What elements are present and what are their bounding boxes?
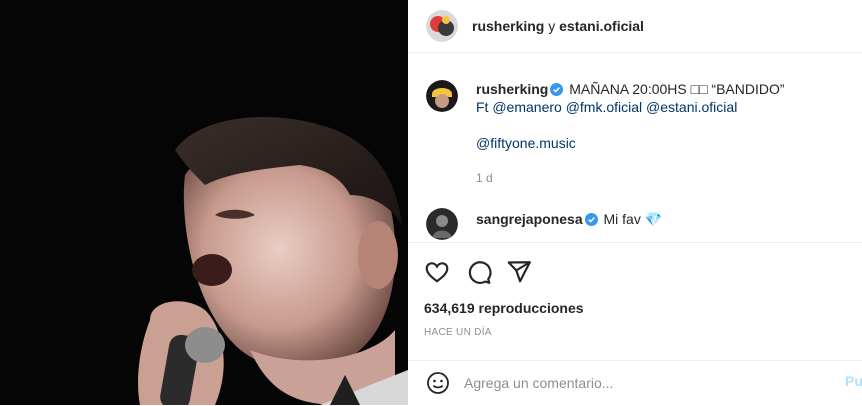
verified-badge-icon bbox=[550, 83, 564, 96]
caption-avatar[interactable] bbox=[426, 80, 458, 112]
post-authors: rusherking y estani.oficial bbox=[472, 18, 644, 34]
comment-item: sangrejaponesa Mi fav 💎 bbox=[408, 208, 862, 240]
like-heart-icon[interactable] bbox=[424, 259, 450, 285]
comment-text: Mi fav 💎 bbox=[599, 211, 663, 227]
mention-link[interactable]: @emanero bbox=[492, 99, 561, 115]
mention-link[interactable]: @fiftyone.music bbox=[476, 135, 576, 151]
view-count[interactable]: 634,619 reproducciones bbox=[424, 300, 584, 316]
caption-body: rusherking MAÑANA 20:00HS □□ “BANDIDO” F… bbox=[476, 80, 846, 152]
commenter-avatar[interactable] bbox=[426, 208, 458, 240]
comment-username[interactable]: sangrejaponesa bbox=[476, 211, 583, 227]
comment-input[interactable] bbox=[464, 369, 834, 397]
mention-link[interactable]: @estani.oficial bbox=[646, 99, 737, 115]
mention-link[interactable]: @fmk.oficial bbox=[566, 99, 642, 115]
video-frame bbox=[0, 0, 408, 405]
action-bar bbox=[408, 242, 862, 299]
coauthor-username[interactable]: estani.oficial bbox=[559, 18, 644, 34]
authors-connector: y bbox=[544, 18, 560, 34]
author-username[interactable]: rusherking bbox=[472, 18, 544, 34]
post-panel: rusherking y estani.oficial rusherking M… bbox=[408, 0, 862, 405]
verified-badge-icon bbox=[584, 213, 598, 226]
caption-ft-prefix: Ft bbox=[476, 99, 493, 115]
caption: rusherking MAÑANA 20:00HS □□ “BANDIDO” F… bbox=[408, 80, 862, 152]
author-avatar[interactable] bbox=[426, 10, 458, 42]
caption-username[interactable]: rusherking bbox=[476, 81, 548, 97]
emoji-smile-icon[interactable] bbox=[426, 371, 450, 395]
post-video[interactable] bbox=[0, 0, 408, 405]
add-comment-bar: Publicar bbox=[408, 360, 862, 406]
comment-body: sangrejaponesa Mi fav 💎 bbox=[476, 208, 846, 240]
caption-time[interactable]: 1 d bbox=[476, 171, 493, 185]
post-header: rusherking y estani.oficial bbox=[408, 0, 862, 53]
caption-text: MAÑANA 20:00HS □□ “BANDIDO” bbox=[565, 81, 785, 97]
share-send-icon[interactable] bbox=[506, 259, 532, 285]
comment-bubble-icon[interactable] bbox=[466, 259, 492, 285]
posted-time[interactable]: HACE UN DÍA bbox=[424, 327, 492, 338]
post-comment-button[interactable]: Publicar bbox=[845, 373, 862, 389]
